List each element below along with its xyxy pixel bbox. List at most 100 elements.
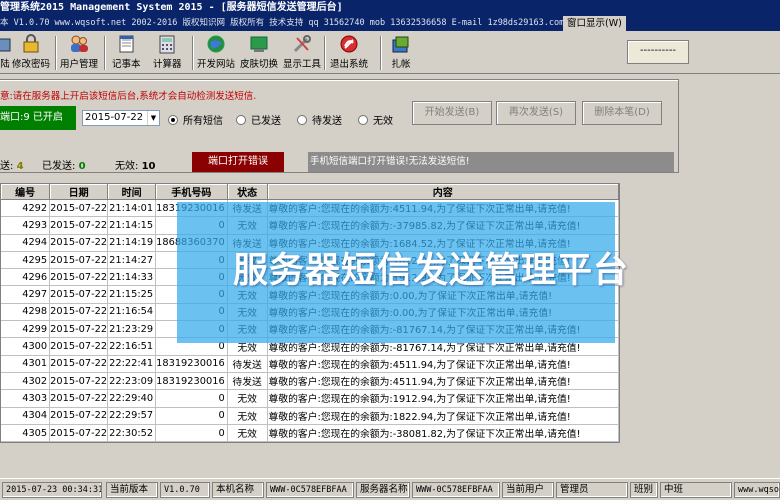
column-header-phone[interactable]: 手机号码 bbox=[155, 184, 228, 200]
cell-date: 2015-07-22 bbox=[49, 320, 109, 339]
cell-phone: 0 bbox=[155, 320, 228, 339]
delete-record-button[interactable]: 删除本笔(D) bbox=[582, 101, 662, 125]
toolbar-notepad-button[interactable]: 记事本 bbox=[112, 34, 141, 72]
filter-pending-radio[interactable]: 待发送 bbox=[297, 112, 342, 127]
cell-time: 21:14:19 bbox=[107, 234, 157, 252]
window-title: 管理系统2015 Management System 2015 - [服务器短信… bbox=[0, 0, 780, 16]
table-row[interactable]: 4295 2015-07-22 21:14:27 0 无效 尊敬的客户:您现在的余额为:1… bbox=[1, 251, 619, 270]
port-error-button[interactable]: 端口打开错误 bbox=[192, 152, 284, 172]
status-server-label: 服务器名称 bbox=[356, 482, 410, 498]
table-row[interactable]: 4300 2015-07-22 22:16:51 0 无效 尊敬的客户:您现在的余额为:-… bbox=[1, 337, 619, 356]
toolbar-skin-switch-button[interactable]: 皮肤切换 bbox=[240, 34, 278, 72]
cell-content: 尊敬的客户:您现在的余额为:1822.94,为了保证下次正常出单,请充值! bbox=[267, 251, 619, 270]
table-row[interactable]: 4304 2015-07-22 22:29:57 0 无效 尊敬的客户:您现在的余额为:1… bbox=[1, 407, 619, 425]
status-version: V1.0.70 bbox=[160, 482, 210, 498]
filter-sent-radio[interactable]: 已发送 bbox=[236, 112, 281, 127]
cell-content: 尊敬的客户:您现在的余额为:-38081.82,为了保证下次正常出单,请充值! bbox=[267, 424, 619, 442]
cell-content: 尊敬的客户:您现在的余额为:-81767.14,为了保证下次正常出单,请充值! bbox=[267, 320, 619, 339]
table-row[interactable]: 4292 2015-07-22 21:14:01 18319230016 待发送 尊敬的客… bbox=[1, 199, 619, 218]
server-hint: 意:请在服务器上开启该短信后台,系统才会自动检测发送短信. bbox=[0, 91, 257, 102]
table-row[interactable]: 4294 2015-07-22 21:14:19 18688360370 待发送 尊敬的客… bbox=[1, 234, 619, 252]
cell-status: 无效 bbox=[227, 337, 268, 356]
cell-time: 21:15:25 bbox=[107, 285, 157, 304]
cell-phone: 0 bbox=[155, 251, 228, 270]
toolbar-separator bbox=[324, 36, 326, 70]
cell-phone: 0 bbox=[155, 424, 228, 442]
table-row[interactable]: 4296 2015-07-22 21:14:33 0 无效 尊敬的客户:您现在的余额为:1… bbox=[1, 268, 619, 287]
table-row[interactable]: 4298 2015-07-22 21:16:54 0 无效 尊敬的客户:您现在的余额为:0… bbox=[1, 303, 619, 322]
status-site: www.wqsof bbox=[734, 482, 780, 498]
toolbar-change-password-button[interactable]: 修改密码 bbox=[12, 34, 50, 72]
status-server: WWW-0C578EFBFAA bbox=[412, 482, 500, 498]
cell-id: 4301 bbox=[1, 355, 51, 373]
cell-content: 尊敬的客户:您现在的余额为:1912.94,为了保证下次正常出单,请充值! bbox=[267, 268, 619, 287]
cell-time: 21:16:54 bbox=[107, 303, 157, 322]
table-row[interactable]: 4305 2015-07-22 22:30:52 0 无效 尊敬的客户:您现在的余额为:-… bbox=[1, 424, 619, 442]
cell-phone: 18319230016 bbox=[155, 372, 228, 391]
column-header-status[interactable]: 状态 bbox=[227, 184, 268, 200]
tools-icon bbox=[291, 34, 313, 54]
status-shift-label: 班别 bbox=[630, 482, 658, 498]
info-bar: 本 V1.0.70 www.wqsoft.net 2002-2016 版权知识网… bbox=[0, 16, 780, 31]
invalid-count: 无效: 10 bbox=[115, 161, 156, 172]
table-row[interactable]: 4301 2015-07-22 22:22:41 18319230016 待发送 尊敬的客… bbox=[1, 355, 619, 373]
cell-phone: 0 bbox=[155, 216, 228, 235]
exit-icon bbox=[338, 34, 360, 54]
start-send-button[interactable]: 开始发送(B) bbox=[412, 101, 492, 125]
resend-button[interactable]: 再次发送(S) bbox=[496, 101, 576, 125]
cell-id: 4297 bbox=[1, 285, 51, 304]
cell-status: 待发送 bbox=[227, 199, 268, 218]
sent-count: 已发送: 0 bbox=[42, 161, 86, 172]
cell-date: 2015-07-22 bbox=[49, 199, 109, 218]
toolbar-ledger-button[interactable]: 扎帐 bbox=[390, 34, 412, 72]
cell-status: 待发送 bbox=[227, 372, 268, 391]
toolbar-status-box: ---------- bbox=[627, 40, 689, 64]
window-menu[interactable]: 窗口显示(W) bbox=[563, 16, 626, 31]
table-row[interactable]: 4303 2015-07-22 22:29:40 0 无效 尊敬的客户:您现在的余额为:1… bbox=[1, 389, 619, 408]
table-row[interactable]: 4297 2015-07-22 21:15:25 0 无效 尊敬的客户:您现在的余额为:0… bbox=[1, 285, 619, 304]
filter-all-radio[interactable]: 所有短信 bbox=[168, 112, 223, 127]
radio-icon bbox=[358, 114, 368, 125]
cell-status: 无效 bbox=[227, 268, 268, 287]
cell-date: 2015-07-22 bbox=[49, 216, 109, 235]
status-user: 管理员 bbox=[556, 482, 628, 498]
cell-status: 无效 bbox=[227, 251, 268, 270]
table-row[interactable]: 4299 2015-07-22 21:23:29 0 无效 尊敬的客户:您现在的余额为:-… bbox=[1, 320, 619, 339]
cell-content: 尊敬的客户:您现在的余额为:1822.94,为了保证下次正常出单,请充值! bbox=[267, 407, 619, 425]
cell-date: 2015-07-22 bbox=[49, 234, 109, 252]
cell-id: 4300 bbox=[1, 337, 51, 356]
radio-icon bbox=[236, 114, 246, 125]
cell-status: 待发送 bbox=[227, 234, 268, 252]
table-row[interactable]: 4302 2015-07-22 22:23:09 18319230016 待发送 尊敬的客… bbox=[1, 372, 619, 391]
toolbar-display-tools-button[interactable]: 显示工具 bbox=[283, 34, 321, 72]
sms-table[interactable]: 编号 日期 时间 手机号码 状态 内容 4292 2015-07-22 21:14:… bbox=[0, 183, 620, 443]
cell-date: 2015-07-22 bbox=[49, 337, 109, 356]
column-header-id[interactable]: 编号 bbox=[1, 184, 51, 200]
cell-content: 尊敬的客户:您现在的余额为:1684.52,为了保证下次正常出单,请充值! bbox=[267, 234, 619, 252]
cell-id: 4299 bbox=[1, 320, 51, 339]
toolbar-user-management-button[interactable]: 用户管理 bbox=[60, 34, 98, 72]
filter-invalid-radio[interactable]: 无效 bbox=[358, 112, 393, 127]
cell-id: 4304 bbox=[1, 407, 51, 425]
column-header-date[interactable]: 日期 bbox=[49, 184, 109, 200]
date-picker[interactable]: 2015-07-22 ▼ bbox=[82, 110, 160, 126]
date-value: 2015-07-22 bbox=[85, 112, 144, 123]
table-header: 编号 日期 时间 手机号码 状态 内容 bbox=[1, 184, 619, 200]
status-datetime: 2015-07-23 00:34:31 bbox=[2, 482, 102, 498]
column-header-time[interactable]: 时间 bbox=[107, 184, 157, 200]
cell-id: 4305 bbox=[1, 424, 51, 442]
cell-id: 4298 bbox=[1, 303, 51, 322]
cell-time: 22:16:51 bbox=[107, 337, 157, 356]
cell-id: 4293 bbox=[1, 216, 51, 235]
toolbar-calculator-button[interactable]: 计算器 bbox=[153, 34, 182, 72]
toolbar-dev-website-button[interactable]: 开发网站 bbox=[197, 34, 235, 72]
toolbar-separator bbox=[104, 36, 106, 70]
chevron-down-icon[interactable]: ▼ bbox=[147, 111, 159, 125]
globe-icon bbox=[205, 34, 227, 54]
cell-phone: 0 bbox=[155, 268, 228, 287]
status-host: WWW-0C578EFBFAA bbox=[266, 482, 354, 498]
column-header-content[interactable]: 内容 bbox=[267, 184, 619, 200]
cell-status: 待发送 bbox=[227, 355, 268, 373]
toolbar-exit-button[interactable]: 退出系统 bbox=[330, 34, 368, 72]
table-row[interactable]: 4293 2015-07-22 21:14:15 0 无效 尊敬的客户:您现在的余额为:-… bbox=[1, 216, 619, 235]
